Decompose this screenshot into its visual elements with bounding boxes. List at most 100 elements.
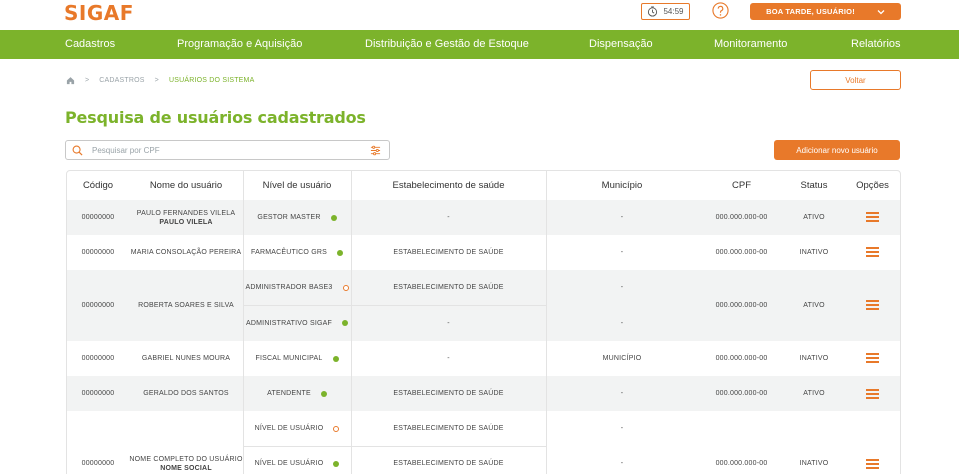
cell-nivel: FARMACÊUTICO GRS (243, 235, 351, 270)
home-icon[interactable] (66, 76, 75, 85)
menu-icon[interactable] (866, 353, 879, 363)
cell-nome: MARIA CONSOLAÇÃO PEREIRA (130, 249, 242, 256)
cell-nivel: GESTOR MASTER (243, 200, 351, 235)
cell-nivel: NÍVEL DE USUÁRIO (243, 411, 351, 446)
cell-status: ATIVO (803, 214, 825, 221)
session-timer: 54:59 (641, 3, 690, 20)
users-table: Código Nome do usuário Nível de usuário … (66, 170, 901, 474)
cell-estabelecimento: - (447, 355, 450, 362)
col-header-status[interactable]: Status (785, 171, 843, 200)
col-header-cpf[interactable]: CPF (698, 171, 785, 200)
help-icon[interactable] (712, 2, 729, 19)
cell-estabelecimento: ESTABELECIMENTO DE SAÚDE (393, 249, 504, 256)
cell-cpf: 000.000.000-00 (715, 214, 768, 221)
cell-municipio: - (620, 319, 624, 327)
nav-monitoramento[interactable]: Monitoramento (714, 38, 787, 50)
nav-dispensacao[interactable]: Dispensação (589, 38, 653, 50)
cell-estabelecimento: - (447, 319, 450, 327)
nav-programacao-aquisicao[interactable]: Programação e Aquisição (177, 38, 302, 50)
cell-codigo: 00000000 (81, 460, 115, 467)
level-label: FISCAL MUNICIPAL (255, 355, 323, 362)
cell-nome: GABRIEL NUNES MOURA (141, 355, 231, 362)
cell-cpf: 000.000.000-00 (715, 355, 768, 362)
user-name: NOME COMPLETO DO USUÁRIO (129, 455, 243, 463)
app-logo[interactable]: SIGAF (64, 1, 134, 25)
user-menu-button[interactable]: BOA TARDE, USUÁRIO! (750, 3, 901, 20)
col-header-municipio[interactable]: Município (546, 171, 698, 200)
add-user-button[interactable]: Adicionar novo usuário (774, 140, 900, 160)
cell-status: INATIVO (799, 355, 829, 362)
level-label: ADMINISTRADOR BASE3 (245, 284, 333, 291)
breadcrumb: > CADASTROS > USUÁRIOS DO SISTEMA (66, 76, 254, 85)
cell-municipio: - (620, 460, 624, 467)
status-dot-icon (341, 320, 348, 326)
cell-codigo: 00000000 (81, 355, 115, 362)
user-social-name: PAULO VILELA (159, 218, 213, 226)
level-label: ATENDENTE (267, 390, 311, 397)
timer-value: 54:59 (663, 7, 684, 16)
status-dot-icon (333, 460, 340, 467)
col-header-nome[interactable]: Nome do usuário (129, 171, 243, 200)
status-dot-icon (332, 355, 339, 362)
clock-icon (648, 6, 658, 17)
col-header-nivel[interactable]: Nível de usuário (243, 171, 351, 200)
back-button[interactable]: Voltar (810, 70, 901, 90)
top-header: SIGAF 54:59 BOA TARDE, USUÁRIO! (0, 0, 959, 30)
cell-status: ATIVO (803, 390, 825, 397)
cell-codigo: 00000000 (81, 302, 115, 309)
cell-municipio: - (620, 390, 624, 397)
filter-icon[interactable] (370, 145, 381, 156)
greeting-label: BOA TARDE, USUÁRIO! (766, 7, 855, 16)
cell-status: INATIVO (799, 249, 829, 256)
cell-municipio: - (620, 214, 624, 221)
cell-nome: NOME COMPLETO DO USUÁRIO NOME SOCIAL (129, 446, 243, 474)
search-box (65, 140, 390, 160)
user-name: PAULO FERNANDES VILELA (136, 209, 236, 217)
breadcrumb-current: USUÁRIOS DO SISTEMA (168, 77, 255, 84)
cell-estabelecimento: ESTABELECIMENTO DE SAÚDE (393, 460, 504, 467)
breadcrumb-separator: > (154, 77, 159, 84)
breadcrumb-cadastros[interactable]: CADASTROS (99, 77, 144, 84)
menu-icon[interactable] (866, 212, 879, 222)
main-nav: Cadastros Programação e Aquisição Distri… (0, 30, 959, 59)
cell-status: ATIVO (803, 302, 825, 309)
nav-relatorios[interactable]: Relatórios (851, 38, 901, 50)
menu-icon[interactable] (866, 300, 879, 310)
status-dot-icon (330, 214, 337, 221)
cell-municipio: - (620, 249, 624, 256)
status-dot-icon (333, 425, 340, 432)
search-icon (72, 145, 83, 156)
level-label: FARMACÊUTICO GRS (251, 249, 327, 256)
col-header-estabelecimento[interactable]: Estabelecimento de saúde (351, 171, 546, 200)
level-label: GESTOR MASTER (257, 214, 321, 221)
cell-codigo: 00000000 (81, 249, 115, 256)
status-dot-icon (336, 249, 343, 256)
level-label: NÍVEL DE USUÁRIO (254, 460, 324, 467)
chevron-down-icon (877, 9, 885, 14)
cell-municipio: MUNICÍPIO (602, 355, 642, 362)
menu-icon[interactable] (866, 247, 879, 257)
level-label: NÍVEL DE USUÁRIO (254, 425, 324, 432)
cell-estabelecimento: ESTABELECIMENTO DE SAÚDE (393, 390, 504, 397)
cell-nome: GERALDO DOS SANTOS (143, 390, 229, 397)
cell-codigo: 00000000 (81, 214, 115, 221)
cell-cpf: 000.000.000-00 (715, 390, 768, 397)
breadcrumb-separator: > (85, 77, 90, 84)
menu-icon[interactable] (866, 389, 879, 399)
nav-cadastros[interactable]: Cadastros (65, 38, 115, 50)
menu-icon[interactable] (866, 459, 879, 469)
cell-codigo: 00000000 (81, 390, 115, 397)
cell-nivel: ADMINISTRATIVO SIGAF (243, 305, 351, 341)
level-label: ADMINISTRATIVO SIGAF (246, 319, 332, 327)
cell-estabelecimento: - (447, 214, 450, 221)
cell-nivel: ADMINISTRADOR BASE3 (243, 270, 351, 305)
search-input[interactable] (92, 145, 352, 155)
cell-municipio: - (620, 284, 624, 291)
cell-nome: ROBERTA SOARES E SILVA (138, 302, 234, 309)
status-dot-icon (320, 390, 327, 397)
cell-cpf: 000.000.000-00 (715, 249, 768, 256)
page-title: Pesquisa de usuários cadastrados (65, 108, 366, 127)
nav-distribuicao-estoque[interactable]: Distribuição e Gestão de Estoque (365, 38, 529, 50)
col-header-codigo[interactable]: Código (67, 171, 129, 200)
cell-status: INATIVO (799, 460, 829, 467)
